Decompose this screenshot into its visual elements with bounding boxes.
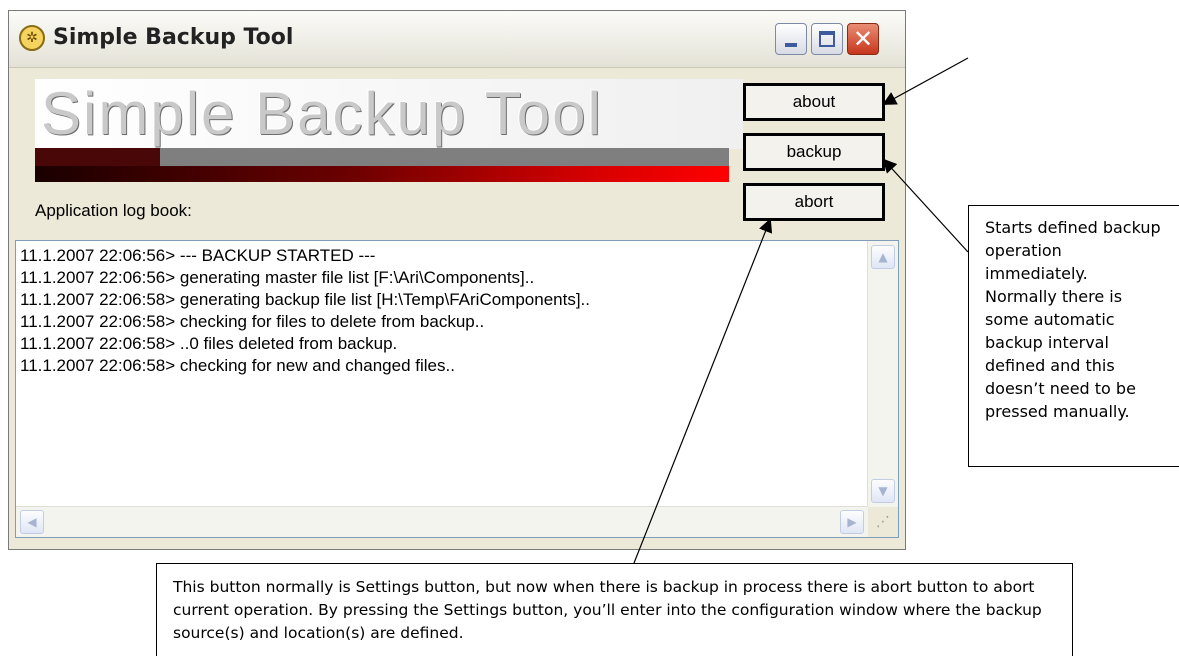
backup-callout: Starts defined backup operation immediat… [968,205,1179,467]
about-arrow [882,57,969,105]
backup-arrow [882,158,969,253]
abort-callout-text: This button normally is Settings button,… [173,578,1042,642]
abort-arrow [633,218,773,564]
abort-callout: This button normally is Settings button,… [156,563,1073,656]
backup-callout-text: Starts defined backup operation immediat… [985,218,1161,421]
